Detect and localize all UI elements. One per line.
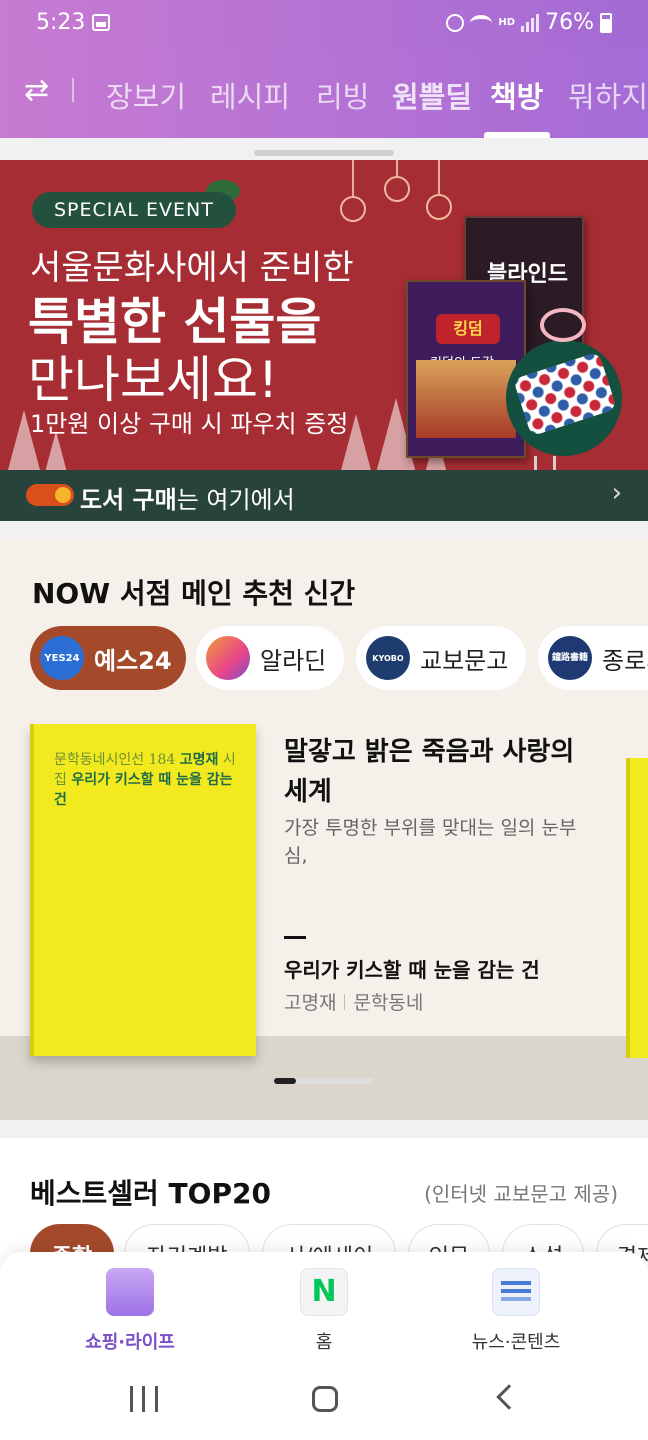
book-publisher: 문학동네 <box>353 992 424 1014</box>
battery-icon <box>600 12 612 33</box>
nav-news-content[interactable]: 뉴스·콘텐츠 <box>416 1268 616 1354</box>
home-icon[interactable] <box>312 1386 338 1412</box>
store-chip-kyobo[interactable]: KYOBO 교보문고 <box>356 626 526 690</box>
gallery-icon <box>92 14 110 31</box>
yes24-logo-icon: YES24 <box>40 636 84 680</box>
store-chip-label: 종로서적 <box>602 646 648 675</box>
active-tab-indicator <box>484 132 550 138</box>
book-kingdom-art <box>416 360 516 438</box>
tab-what-to-do[interactable]: 뭐하지 <box>568 74 648 116</box>
hd-voice-icon: HD <box>498 16 516 28</box>
store-chip-label: 예스24 <box>94 646 172 675</box>
bestseller-provider: (인터넷 교보문고 제공) <box>424 1182 618 1206</box>
banner-line4: 1만원 이상 구매 시 파우치 증정 <box>30 410 349 438</box>
shopping-bag-icon <box>106 1268 154 1316</box>
news-icon <box>492 1268 540 1316</box>
back-icon[interactable] <box>496 1384 522 1410</box>
nav-label: 쇼핑·라이프 <box>85 1332 175 1353</box>
store-chip-label: 교보문고 <box>420 646 509 675</box>
banner-cta[interactable]: 도서 구매는 여기에서 › <box>0 470 648 521</box>
ornament-ball <box>340 196 366 222</box>
tab-bookstore[interactable]: 책방 <box>490 74 543 116</box>
section-title: NOW 서점 메인 추천 신간 <box>32 577 356 610</box>
chevron-right-icon[interactable]: › <box>612 478 622 508</box>
tab-divider <box>72 78 74 102</box>
swap-icon[interactable]: ⇄ <box>24 76 49 106</box>
app-root: 5:23 HD 76% ⇄ 장보기 레시피 리빙 원쁠딜 책방 뭐하지 SPEC… <box>0 0 648 1440</box>
ribbon-icon <box>540 308 586 342</box>
cover-author: 고명재 <box>179 752 219 768</box>
store-chip-aladin[interactable]: 알라딘 <box>196 626 344 690</box>
dash-divider <box>284 936 306 939</box>
new-release-section: NOW 서점 메인 추천 신간 YES24 예스24 알라딘 KYOBO 교보문… <box>0 538 648 1120</box>
book-author: 고명재 <box>284 992 337 1014</box>
book-cover-text: 문학동네시인선 184 고명재 시집 우리가 키스할 때 눈을 감는 건 <box>54 750 240 810</box>
tab-one-plus-deal[interactable]: 원쁠딜 <box>392 74 472 116</box>
bestseller-title: 베스트셀러 TOP20 <box>30 1177 271 1210</box>
nav-home[interactable]: N 홈 <box>224 1268 424 1354</box>
book-title[interactable]: 우리가 키스할 때 눈을 감는 건 <box>284 954 540 983</box>
recent-apps-icon[interactable] <box>130 1386 158 1412</box>
nav-label: 홈 <box>315 1332 333 1353</box>
ornament-ball <box>384 176 410 202</box>
ornament-string <box>352 160 354 196</box>
banner-cta-text: 도서 구매는 여기에서 <box>80 480 295 515</box>
status-time: 5:23 <box>36 10 86 35</box>
cta-rest: 는 여기에서 <box>176 486 295 514</box>
nav-shopping-life[interactable]: 쇼핑·라이프 <box>30 1268 230 1354</box>
system-nav-bar <box>0 1360 648 1440</box>
tree-icon <box>8 410 40 470</box>
signal-icon <box>521 13 540 32</box>
cta-bold: 도서 구매 <box>80 486 177 514</box>
jongro-logo-icon: 鐘路書籍 <box>548 636 592 680</box>
ornament-ball <box>426 194 452 220</box>
event-banner[interactable]: SPECIAL EVENT 서울문화사에서 준비한 특별한 선물을 만나보세요!… <box>0 160 648 521</box>
store-chip-yes24[interactable]: YES24 예스24 <box>30 626 186 690</box>
bottom-nav: 쇼핑·라이프 N 홈 뉴스·콘텐츠 <box>0 1252 648 1360</box>
meta-separator <box>344 993 346 1010</box>
recommendation-description: 가장 투명한 부위를 맞대는 일의 눈부심, <box>284 817 577 867</box>
special-event-badge: SPECIAL EVENT <box>32 192 236 228</box>
alarm-icon <box>446 13 465 32</box>
tree-icon <box>44 431 68 473</box>
book-cover[interactable]: 문학동네시인선 184 고명재 시집 우리가 키스할 때 눈을 감는 건 <box>30 724 256 1056</box>
ornament-string <box>438 160 440 194</box>
tab-recipe[interactable]: 레시피 <box>210 74 290 116</box>
scroll-indicator <box>254 150 394 156</box>
battery-percent: 76% <box>545 10 594 35</box>
wifi-icon <box>470 14 493 31</box>
cover-title: 우리가 키스할 때 눈을 감는 건 <box>54 772 233 808</box>
store-chip-label: 알라딘 <box>260 646 327 675</box>
toggle-icon <box>26 484 74 506</box>
recommendation-headline[interactable]: 말갛고 밝은 죽음과 사랑의 세계 <box>284 732 584 812</box>
store-chip-jongro[interactable]: 鐘路書籍 종로서적 <box>538 626 648 690</box>
tree-icon <box>340 414 372 474</box>
nav-label: 뉴스·콘텐츠 <box>471 1332 561 1353</box>
book-kingdom-cover: 킹덤 킹덤의 도감 <box>406 280 526 458</box>
ornament-string <box>396 160 398 176</box>
tab-living[interactable]: 리빙 <box>316 74 369 116</box>
carousel-pager <box>274 1078 374 1084</box>
carousel-pager-fill <box>274 1078 296 1084</box>
next-book-cover[interactable] <box>626 758 648 1058</box>
status-icons: HD 76% <box>446 10 612 35</box>
banner-line3: 만나보세요! <box>28 351 279 409</box>
naver-n-icon: N <box>300 1268 348 1316</box>
book-kingdom-title: 킹덤 <box>436 314 500 344</box>
tab-grocery[interactable]: 장보기 <box>106 74 186 116</box>
kyobo-logo-icon: KYOBO <box>366 636 410 680</box>
category-tab-bar: ⇄ 장보기 레시피 리빙 원쁠딜 책방 뭐하지 <box>0 50 648 138</box>
cover-series: 문학동네시인선 184 <box>54 752 176 768</box>
book-meta: 고명재 문학동네 <box>284 988 423 1015</box>
status-bar: 5:23 HD 76% <box>0 0 648 50</box>
aladin-logo-icon <box>206 636 250 680</box>
